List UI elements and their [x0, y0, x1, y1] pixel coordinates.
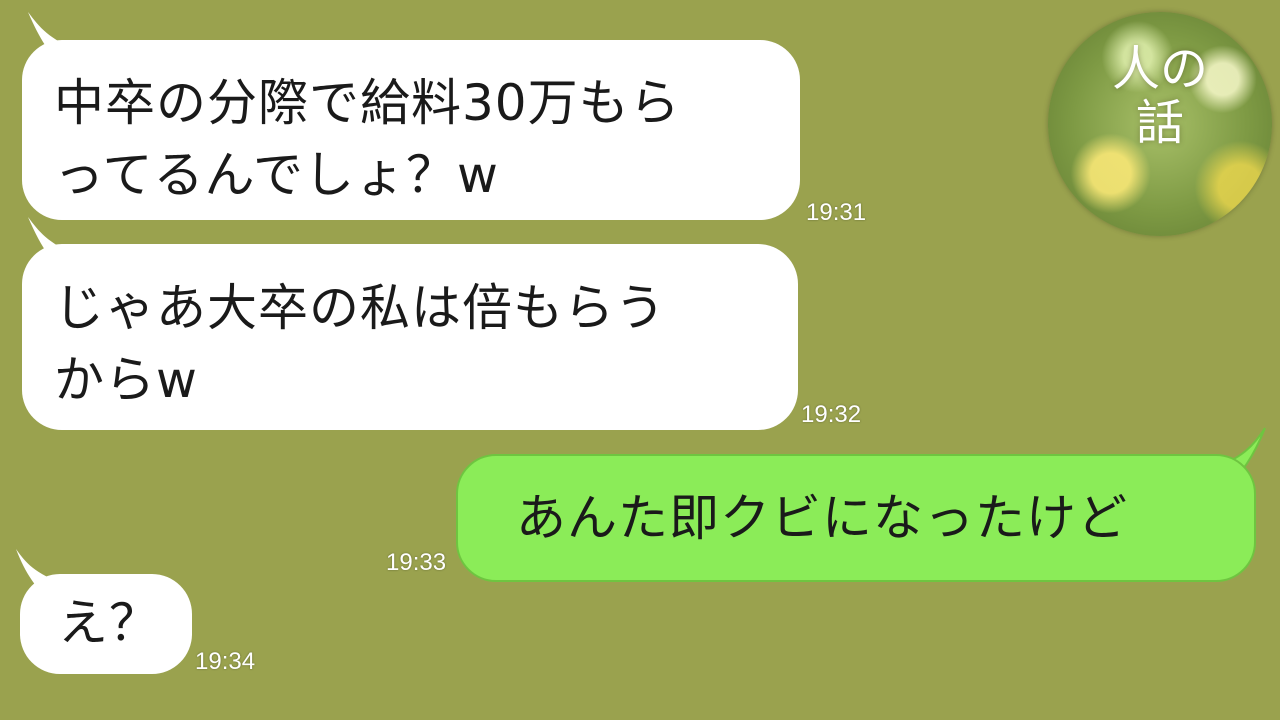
message-timestamp: 19:34 — [195, 648, 256, 675]
message-bubble[interactable]: 中卒の分際で給料30万もら ってるんでしょ？w — [22, 40, 800, 220]
message-bubble[interactable]: あんた即クビになったけど — [456, 454, 1256, 582]
message-bubble[interactable]: じゃあ大卒の私は倍もらう からw — [22, 244, 798, 430]
message-timestamp: 19:33 — [386, 549, 447, 576]
message-timestamp: 19:31 — [806, 199, 867, 226]
message-timestamp: 19:32 — [801, 401, 862, 428]
message-bubble[interactable]: え？ — [20, 574, 192, 674]
channel-logo: 人の 話 — [1048, 12, 1272, 236]
channel-logo-text: 人の 話 — [1111, 41, 1208, 151]
